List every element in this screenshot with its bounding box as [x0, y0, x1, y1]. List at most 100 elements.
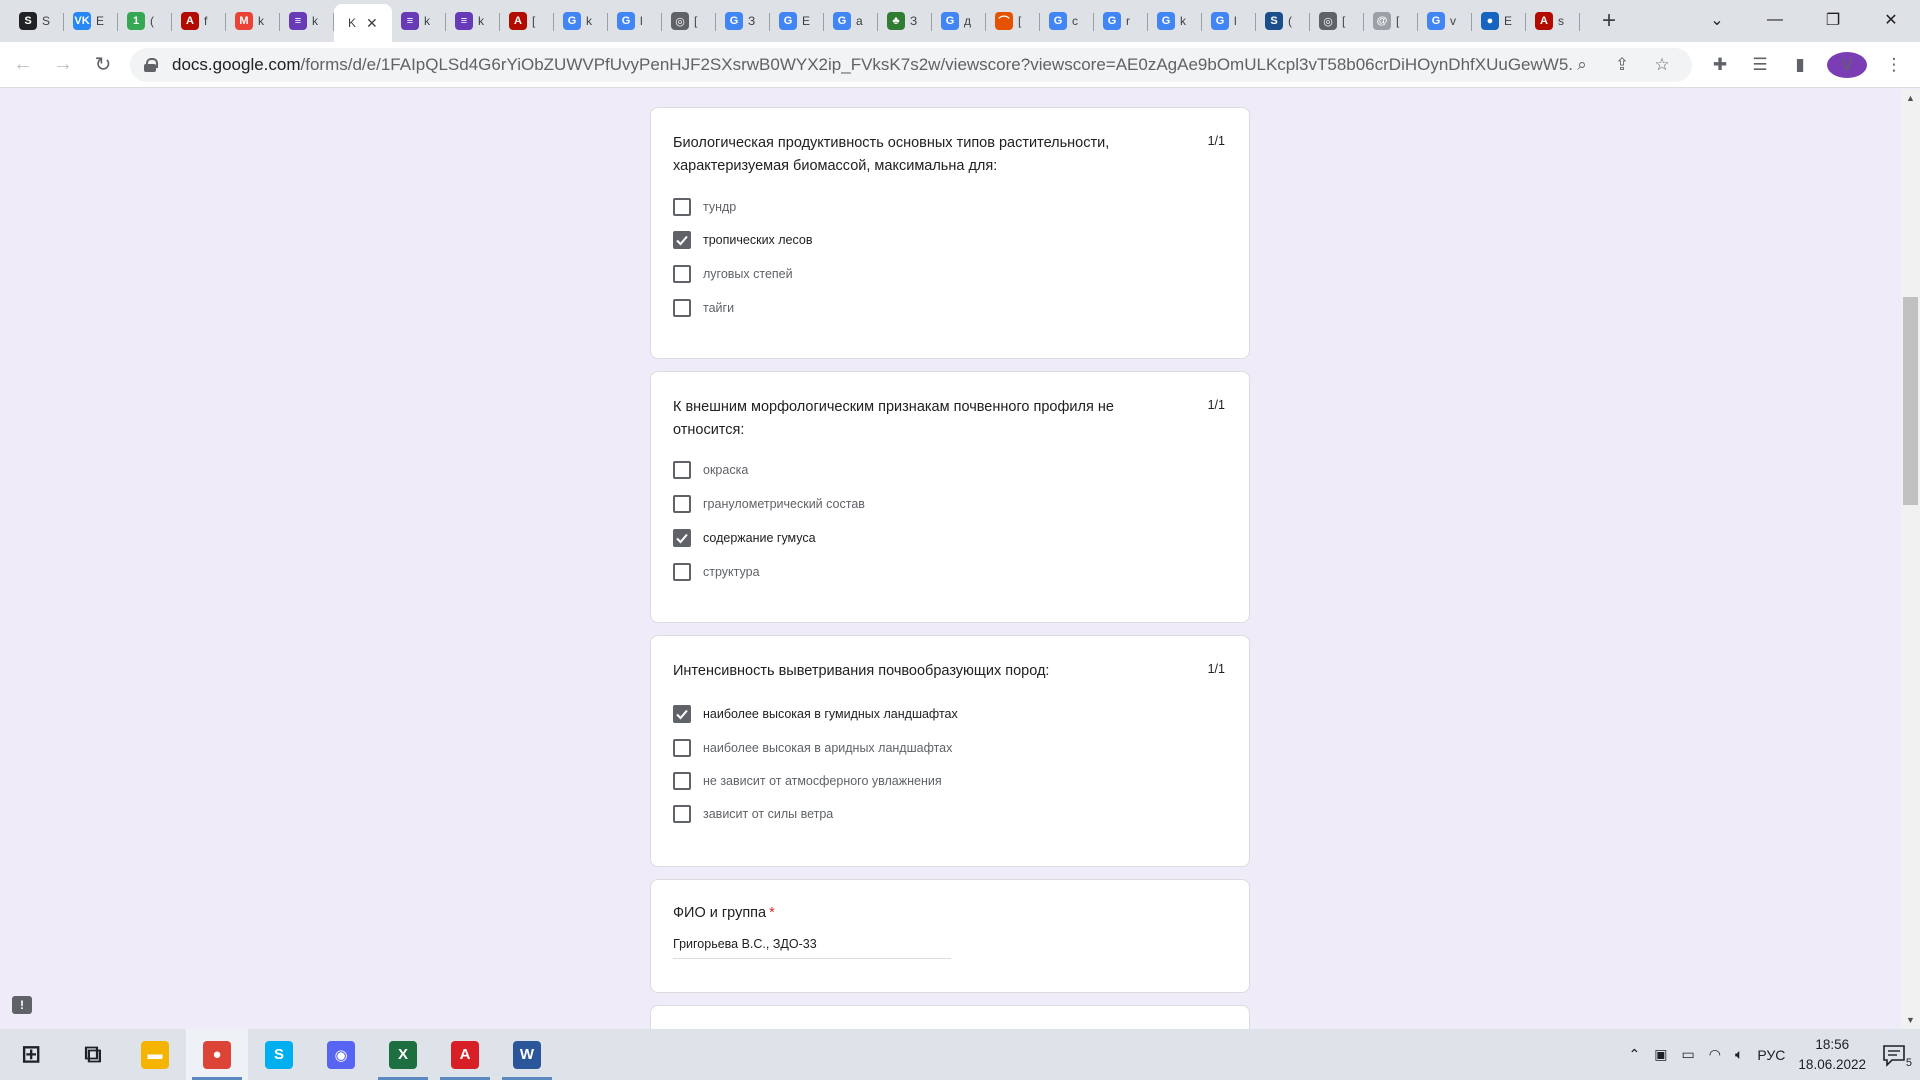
close-tab-icon[interactable]: ✕ [366, 15, 378, 32]
browser-tab[interactable]: 1( [118, 4, 172, 38]
option[interactable]: наиболее высокая в гумидных ландшафтах [673, 703, 958, 725]
browser-tab[interactable]: ⌒[ [986, 4, 1040, 38]
menu-kebab-icon[interactable]: ⋮ [1874, 55, 1914, 75]
zoom-icon[interactable]: ⌕ [1562, 55, 1602, 75]
browser-tab[interactable]: Af [172, 4, 226, 38]
browser-tab-active[interactable]: K ✕ [334, 4, 392, 42]
checkbox[interactable] [673, 265, 691, 283]
option[interactable]: зависит от силы ветра [673, 803, 833, 825]
share-icon[interactable]: ⇪ [1602, 55, 1642, 75]
browser-tab[interactable]: As [1526, 4, 1580, 38]
checkbox[interactable] [673, 495, 691, 513]
checkbox[interactable] [673, 529, 691, 547]
browser-tab[interactable]: A[ [500, 4, 554, 38]
skype-button[interactable]: S [248, 1029, 310, 1080]
name-answer-field[interactable]: Григорьева В.С., ЗДО-33 [673, 937, 951, 959]
option[interactable]: луговых степей [673, 263, 793, 285]
volume-icon[interactable]: 🔈︎ [1735, 1046, 1743, 1063]
browser-tab[interactable]: Gд [932, 4, 986, 38]
excel-button[interactable]: X [372, 1029, 434, 1080]
start-button[interactable]: ⊞ [0, 1029, 62, 1080]
browser-tab[interactable]: VK E [64, 4, 118, 38]
checkbox[interactable] [673, 461, 691, 479]
checkbox[interactable] [673, 772, 691, 790]
restore-icon[interactable]: ❐ [1804, 10, 1862, 30]
option[interactable]: гранулометрический состав [673, 493, 865, 515]
minimize-icon[interactable]: — [1746, 11, 1804, 29]
browser-tab[interactable]: Gr [1094, 4, 1148, 38]
bookmark-star-icon[interactable]: ☆ [1642, 55, 1682, 75]
tab-title: S [42, 14, 51, 28]
browser-tab[interactable]: S( [1256, 4, 1310, 38]
browser-tab[interactable]: GЗ [716, 4, 770, 38]
lock-icon[interactable] [144, 57, 158, 72]
task-view-button[interactable]: ⧉ [62, 1029, 124, 1080]
discord-button[interactable]: ◉ [310, 1029, 372, 1080]
media-queue-icon[interactable]: ☰ [1740, 55, 1780, 75]
notification-center-icon[interactable]: 5 [1880, 1041, 1912, 1069]
browser-tab[interactable]: Gk [1148, 4, 1202, 38]
browser-tab[interactable]: ≡ k [280, 4, 334, 38]
new-tab-button[interactable]: + [1594, 6, 1624, 36]
option[interactable]: тундр [673, 196, 736, 218]
checkbox[interactable] [673, 231, 691, 249]
checkbox[interactable] [673, 805, 691, 823]
checkbox[interactable] [673, 705, 691, 723]
browser-tab[interactable]: Mk [226, 4, 280, 38]
profile-avatar[interactable]: V [1827, 51, 1867, 78]
close-window-icon[interactable]: ✕ [1862, 10, 1920, 30]
browser-tab[interactable]: ◎[ [1310, 4, 1364, 38]
acrobat-button[interactable]: A [434, 1029, 496, 1080]
browser-tab[interactable]: ◎[ [662, 4, 716, 38]
browser-tab[interactable]: ♣ З [878, 4, 932, 38]
scroll-down-arrow-icon[interactable]: ▼ [1906, 1015, 1915, 1025]
browser-tab[interactable]: ≡ k [392, 4, 446, 38]
browser-tab[interactable]: Gl [1202, 4, 1256, 38]
option-label: зависит от силы ветра [703, 807, 834, 821]
chrome-button[interactable]: ● [186, 1029, 248, 1080]
page-scrollbar[interactable]: ▲ ▼ [1901, 89, 1920, 1029]
option[interactable]: не зависит от атмосферного увлажнения [673, 770, 942, 792]
checkbox[interactable] [673, 299, 691, 317]
browser-tab[interactable]: Gk [554, 4, 608, 38]
scroll-up-arrow-icon[interactable]: ▲ [1906, 93, 1915, 103]
checkbox[interactable] [673, 563, 691, 581]
battery-icon[interactable]: ▭ [1682, 1046, 1695, 1063]
feedback-icon[interactable]: ! [12, 996, 32, 1014]
browser-tab[interactable]: Gc [1040, 4, 1094, 38]
option[interactable]: окраска [673, 459, 748, 481]
explorer-button[interactable]: ▬ [124, 1029, 186, 1080]
reload-icon[interactable]: ↻ [86, 48, 120, 82]
browser-tab[interactable]: SS [10, 4, 64, 38]
checkbox[interactable] [673, 739, 691, 757]
tab-search-icon[interactable]: ⌄ [1688, 10, 1746, 30]
address-bar[interactable]: docs.google.com/forms/d/e/1FAIpQLSd4G6rY… [130, 47, 1692, 82]
option[interactable]: структура [673, 561, 760, 583]
word-button[interactable]: W [496, 1029, 558, 1080]
browser-tab[interactable]: Ga [824, 4, 878, 38]
forward-icon[interactable]: → [46, 48, 80, 82]
clock[interactable]: 18:56 18.06.2022 [1798, 1035, 1866, 1075]
tray-chevron-up-icon[interactable]: ⌃ [1629, 1046, 1641, 1063]
browser-tab[interactable]: ● E [1472, 4, 1526, 38]
option[interactable]: наиболее высокая в аридных ландшафтах [673, 737, 952, 759]
option-label: луговых степей [703, 267, 793, 281]
browser-tab[interactable]: GE [770, 4, 824, 38]
browser-tab[interactable]: Gl [608, 4, 662, 38]
extensions-icon[interactable]: ✚ [1700, 55, 1740, 75]
option[interactable]: содержание гумуса [673, 527, 816, 549]
wifi-icon[interactable]: ◠ [1709, 1046, 1721, 1063]
checkbox[interactable] [673, 198, 691, 216]
scroll-thumb[interactable] [1903, 297, 1918, 505]
tray-monitor-icon[interactable]: ▣ [1654, 1046, 1667, 1063]
option[interactable]: тайги [673, 297, 734, 319]
url-text[interactable]: docs.google.com/forms/d/e/1FAIpQLSd4G6rY… [172, 55, 1572, 75]
option[interactable]: тропических лесов [673, 229, 813, 251]
browser-tab[interactable]: @[ [1364, 4, 1418, 38]
option-label: не зависит от атмосферного увлажнения [703, 774, 942, 788]
side-panel-icon[interactable]: ▮ [1780, 55, 1820, 75]
browser-tab[interactable]: Gv [1418, 4, 1472, 38]
language-indicator[interactable]: РУС [1757, 1047, 1785, 1063]
browser-tab[interactable]: ≡ k [446, 4, 500, 38]
back-icon[interactable]: ← [6, 48, 40, 82]
